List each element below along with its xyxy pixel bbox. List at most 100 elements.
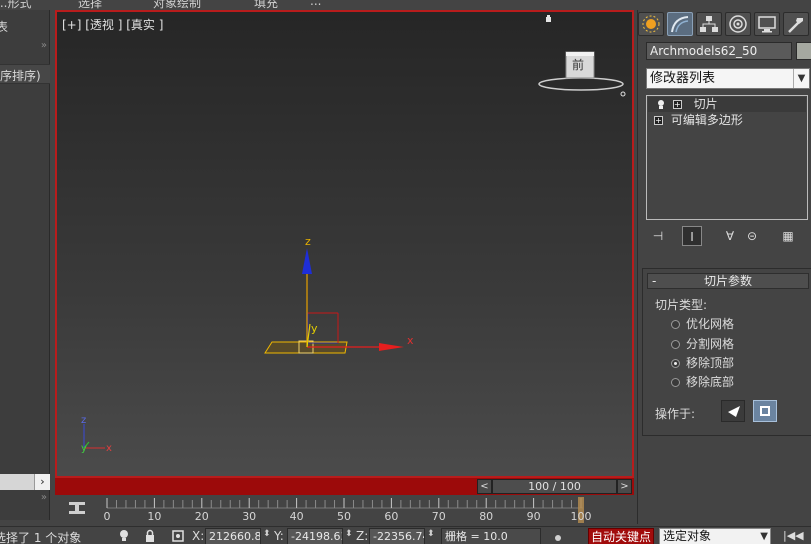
track-tick-label: 30: [242, 510, 257, 523]
remove-modifier-icon[interactable]: ⊝: [742, 226, 762, 246]
hierarchy-icon: [700, 16, 718, 32]
prev-frame-button[interactable]: <: [477, 479, 492, 494]
radio-button-icon[interactable]: [671, 378, 680, 387]
rollout-header[interactable]: - 切片参数: [647, 273, 809, 289]
next-frame-button[interactable]: >: [617, 479, 632, 494]
menu-item-populate[interactable]: 填充: [254, 0, 278, 10]
modifier-list-dropdown[interactable]: 修改器列表 ▼: [646, 68, 810, 89]
radio-button-checked-icon[interactable]: [671, 359, 680, 368]
track-bar[interactable]: 0 10 20 30 40 50 60 70 80 90 100: [55, 496, 635, 524]
motion-icon: [729, 15, 747, 33]
stack-item-label: 可编辑多边形: [670, 113, 743, 127]
create-tab[interactable]: [638, 12, 664, 36]
go-to-start-icon[interactable]: |◀◀: [783, 529, 804, 542]
operate-on-faces-button[interactable]: [721, 400, 745, 422]
track-tick-label: 0: [103, 510, 111, 523]
slice-parameters-rollout: - 切片参数 切片类型: 优化网格 分割网格 移除顶部 移除底部 操作于:: [642, 268, 811, 436]
menu-item-format[interactable]: ...形式: [0, 0, 31, 10]
x-coord-field[interactable]: 212660.81: [205, 528, 261, 544]
object-name-field[interactable]: Archmodels62_50: [646, 42, 792, 60]
sort-header[interactable]: 序排序): [0, 64, 50, 84]
create-icon: [642, 15, 660, 33]
z-coord-field[interactable]: -22356.74: [369, 528, 425, 544]
modifier-stack[interactable]: + 切片 + 可编辑多边形: [646, 95, 808, 220]
hierarchy-tab[interactable]: [696, 12, 722, 36]
time-slider-thumb[interactable]: 100 / 100: [492, 479, 617, 494]
perspective-viewport[interactable]: [+] [透视 ] [真实 ] z x y z x y 前: [55, 10, 634, 478]
track-tick-label: 10: [147, 510, 162, 523]
grid-display: 栅格 = 10.0: [441, 528, 541, 544]
configure-modifier-sets-icon[interactable]: ▦: [778, 226, 798, 246]
radio-remove-bottom[interactable]: 移除底部: [671, 373, 734, 390]
track-tick-label: 40: [289, 510, 304, 523]
make-unique-icon[interactable]: ∀: [720, 226, 740, 246]
y-coord-field[interactable]: -24198.63: [287, 528, 343, 544]
transform-gizmo[interactable]: [302, 248, 404, 351]
viewcube[interactable]: 前: [537, 48, 627, 98]
rollout-title: 切片参数: [703, 274, 752, 288]
gizmo-y-label: y: [311, 322, 318, 335]
utilities-tab[interactable]: [783, 12, 809, 36]
object-color-swatch[interactable]: [796, 42, 811, 60]
track-tick-label: 90: [526, 510, 541, 523]
display-tab[interactable]: [754, 12, 780, 36]
explorer-scrollbar[interactable]: ›: [0, 474, 50, 490]
radio-split-mesh[interactable]: 分割网格: [671, 335, 734, 352]
radio-button-icon[interactable]: [671, 320, 680, 329]
world-axis-tripod: [83, 424, 105, 449]
absolute-mode-icon[interactable]: [170, 528, 186, 544]
z-spinner-icon[interactable]: ⬍: [427, 529, 435, 539]
tripod-y-label: y: [81, 443, 87, 454]
selection-set-dropdown[interactable]: 选定对象 ▼: [659, 528, 771, 544]
radio-remove-top[interactable]: 移除顶部: [671, 354, 734, 371]
show-end-result-icon[interactable]: I: [682, 226, 702, 246]
track-tick-label: 80: [479, 510, 494, 523]
auto-key-button[interactable]: 自动关键点: [588, 528, 654, 544]
command-panel: Archmodels62_50 修改器列表 ▼ + 切片 + 可编辑多边形 ⊣ …: [637, 10, 811, 524]
y-coord-label: Y:: [274, 529, 284, 543]
chevron-down-icon[interactable]: ▼: [760, 529, 768, 544]
scroll-right-icon[interactable]: ›: [34, 474, 50, 490]
menu-item-object-paint[interactable]: 对象绘制: [153, 0, 201, 10]
menu-item-select[interactable]: 选择: [78, 0, 102, 10]
motion-tab[interactable]: [725, 12, 751, 36]
track-tick-label: 60: [384, 510, 399, 523]
tripod-z-label: z: [81, 415, 86, 426]
key-icon[interactable]: [552, 532, 564, 544]
radio-button-icon[interactable]: [671, 340, 680, 349]
z-coord-label: Z:: [356, 529, 369, 543]
tripod-x-label: x: [106, 443, 112, 454]
radio-refine-mesh[interactable]: 优化网格: [671, 315, 734, 332]
time-slider[interactable]: < 100 / 100 >: [55, 478, 634, 495]
pin-stack-icon[interactable]: ⊣: [648, 226, 668, 246]
menu-bar: ...形式 选择 对象绘制 填充 ...: [0, 0, 811, 10]
expand-arrows-icon[interactable]: »: [41, 40, 47, 51]
expand-plus-icon[interactable]: +: [654, 116, 663, 125]
chevron-down-icon[interactable]: ▼: [793, 69, 809, 88]
lock-icon[interactable]: [144, 529, 156, 543]
command-panel-tabs: [638, 10, 811, 38]
collapse-icon[interactable]: -: [652, 274, 656, 288]
y-spinner-icon[interactable]: ⬍: [345, 529, 353, 539]
viewcube-front-face[interactable]: 前: [572, 56, 584, 73]
display-icon: [758, 16, 776, 33]
modify-tab[interactable]: [667, 12, 693, 36]
stack-item-label: 切片: [693, 97, 718, 111]
stack-item-editable-poly[interactable]: + 可编辑多边形: [648, 113, 806, 128]
track-tick-label: 100: [570, 510, 592, 523]
utilities-icon: [788, 18, 803, 33]
stack-item-slice[interactable]: + 切片: [648, 97, 806, 112]
menu-item-more[interactable]: ...: [310, 0, 321, 8]
expand-arrows-bottom-icon[interactable]: »: [41, 492, 47, 503]
slice-type-label: 切片类型:: [655, 298, 708, 312]
lightbulb-icon[interactable]: [657, 100, 665, 109]
status-bar: 选择了 1 个对象 X: 212660.81 ⬍ Y: -24198.63 ⬍ …: [0, 526, 811, 544]
scene-explorer-panel: 表 » 序排序) » ›: [0, 10, 50, 520]
isolate-lightbulb-icon[interactable]: [118, 529, 130, 543]
gizmo-x-label: x: [407, 334, 414, 347]
operate-on-polygons-button[interactable]: [753, 400, 777, 422]
track-tick-label: 50: [337, 510, 351, 523]
explorer-label: 表: [0, 20, 9, 34]
x-spinner-icon[interactable]: ⬍: [263, 529, 271, 539]
expand-plus-icon[interactable]: +: [672, 100, 682, 109]
